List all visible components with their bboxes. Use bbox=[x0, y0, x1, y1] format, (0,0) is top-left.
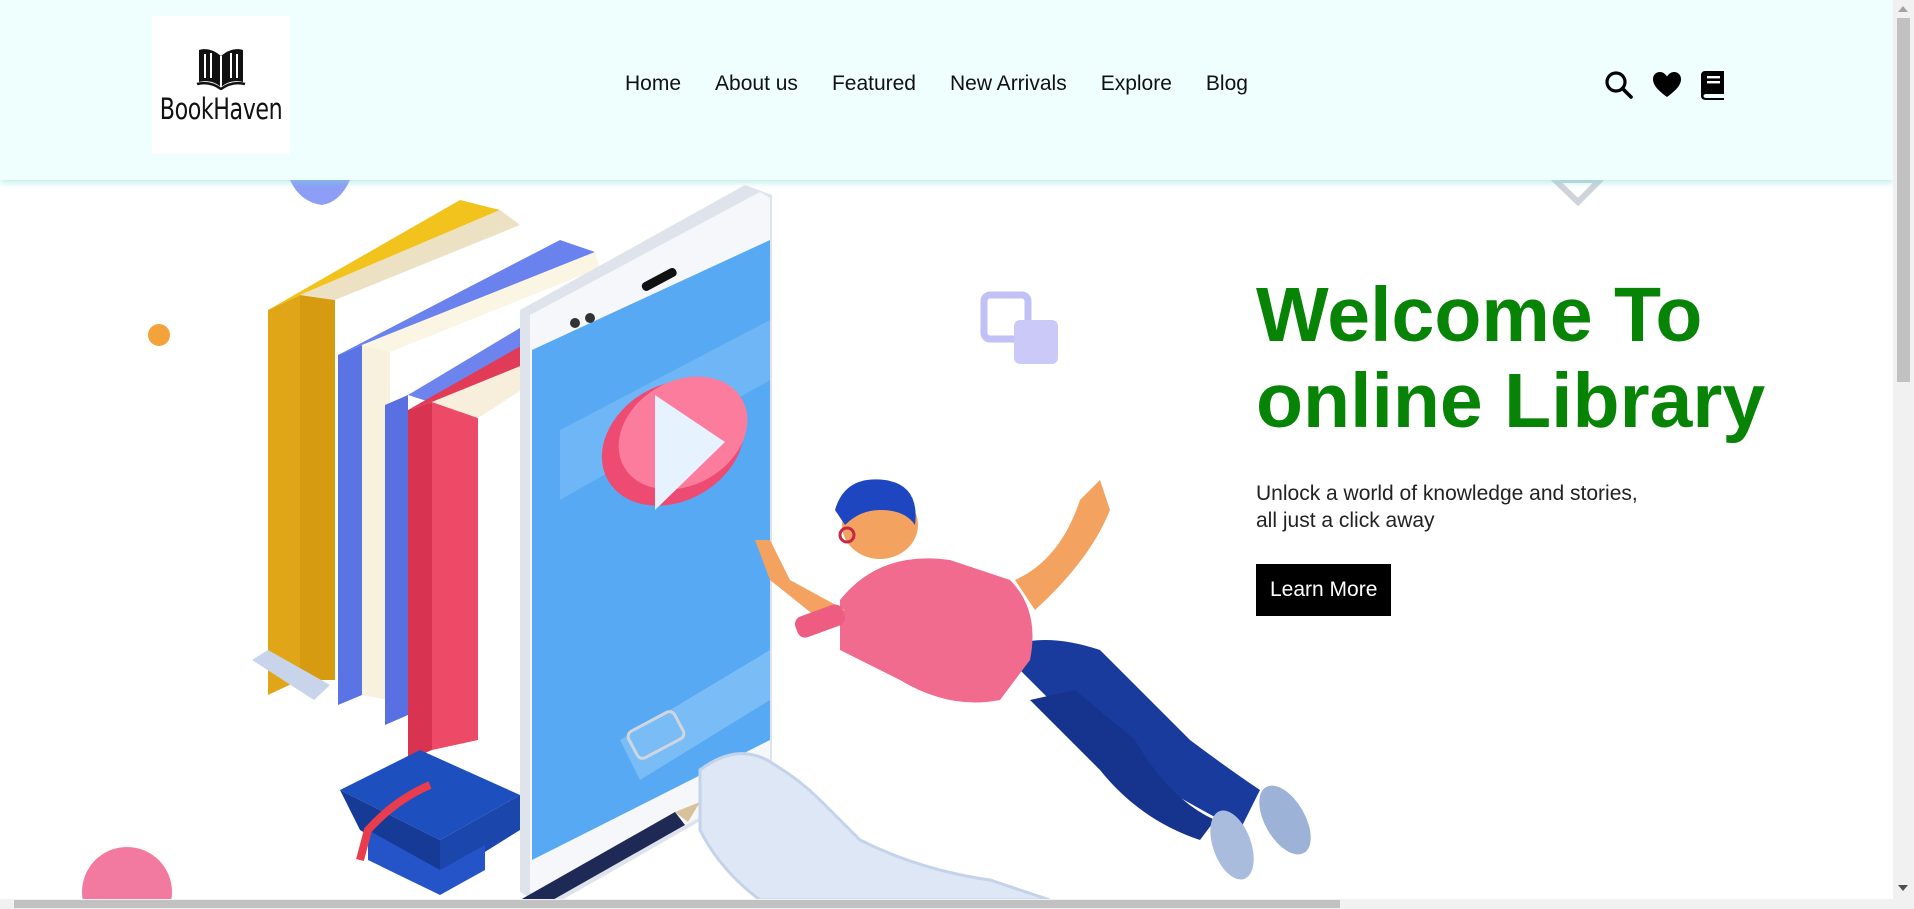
orange-dot bbox=[148, 324, 170, 346]
site-header: BookHaven Home About us Featured New Arr… bbox=[0, 0, 1893, 180]
nav-home[interactable]: Home bbox=[625, 72, 681, 96]
header-actions bbox=[1604, 70, 1726, 100]
learn-more-button[interactable]: Learn More bbox=[1256, 564, 1392, 616]
horizontal-scrollbar[interactable] bbox=[0, 899, 1893, 909]
hero-subtitle-line1: Unlock a world of knowledge and stories, bbox=[1256, 482, 1638, 505]
vertical-scrollbar[interactable] bbox=[1893, 0, 1914, 909]
nav-featured[interactable]: Featured bbox=[832, 72, 916, 96]
vertical-scroll-thumb[interactable] bbox=[1897, 18, 1910, 382]
hero-title: Welcome To online Library bbox=[1256, 272, 1856, 444]
scroll-down-arrow-icon[interactable] bbox=[1898, 885, 1908, 891]
main-nav: Home About us Featured New Arrivals Expl… bbox=[625, 72, 1248, 96]
hero-title-line2: online Library bbox=[1256, 358, 1766, 444]
heart-icon[interactable] bbox=[1652, 71, 1682, 99]
search-icon[interactable] bbox=[1604, 70, 1634, 100]
purple-drop-shape bbox=[290, 180, 350, 205]
lavender-squares-shape bbox=[980, 291, 1058, 364]
brand-name: BookHaven bbox=[159, 92, 283, 126]
open-book-icon bbox=[196, 49, 246, 90]
nav-explore[interactable]: Explore bbox=[1101, 72, 1172, 96]
ghost-silhouette bbox=[698, 752, 1051, 900]
horizontal-scroll-thumb[interactable] bbox=[14, 900, 1340, 908]
grey-diamond-shape bbox=[1550, 180, 1605, 207]
pink-half-circle bbox=[82, 847, 172, 900]
hero-section: Welcome To online Library Unlock a world… bbox=[1256, 272, 1856, 616]
graduation-cap-illustration bbox=[340, 750, 520, 895]
hero-subtitle: Unlock a world of knowledge and stories,… bbox=[1256, 480, 1676, 534]
nav-new-arrivals[interactable]: New Arrivals bbox=[950, 72, 1067, 96]
nav-blog[interactable]: Blog bbox=[1206, 72, 1248, 96]
hero-subtitle-line2: all just a click away bbox=[1256, 509, 1435, 532]
brand-logo[interactable]: BookHaven bbox=[152, 16, 290, 154]
hero-title-line1: Welcome To bbox=[1256, 272, 1703, 358]
scroll-up-arrow-icon[interactable] bbox=[1898, 6, 1908, 12]
book-icon[interactable] bbox=[1700, 70, 1726, 100]
nav-about-us[interactable]: About us bbox=[715, 72, 798, 96]
